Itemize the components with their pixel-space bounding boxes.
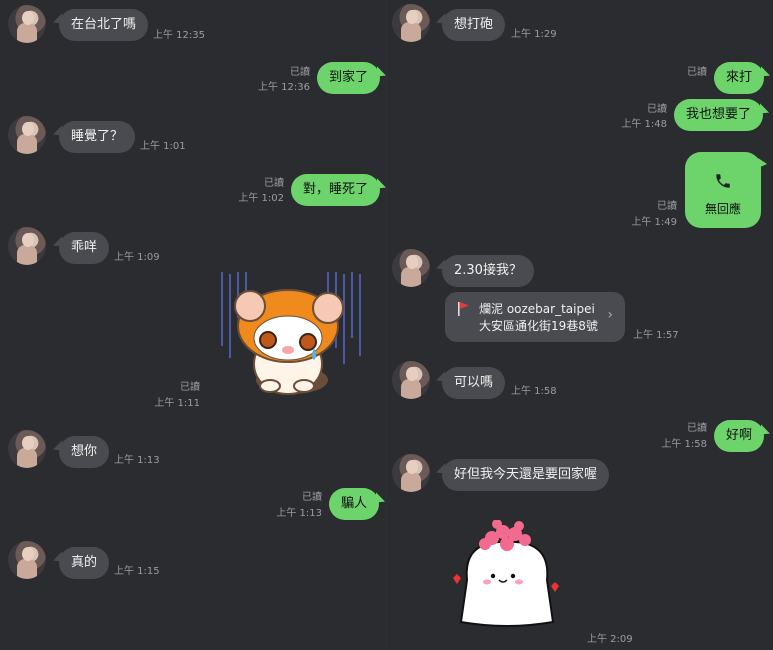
message-time: 上午 12:35 xyxy=(153,30,205,41)
call-status-label: 無回應 xyxy=(704,202,741,216)
message-time: 上午 1:29 xyxy=(511,29,557,40)
avatar[interactable] xyxy=(392,361,430,399)
message-time: 上午 2:09 xyxy=(587,634,633,645)
outgoing-message[interactable]: 騙人 xyxy=(329,488,380,520)
outgoing-message[interactable]: 好啊 xyxy=(714,420,765,452)
avatar[interactable] xyxy=(8,430,46,468)
location-name: 爛泥 oozebar_taipei xyxy=(479,302,595,316)
read-receipt: 已讀 xyxy=(657,201,677,212)
outgoing-message[interactable]: 對，睡死了 xyxy=(291,174,381,206)
message-time: 上午 1:15 xyxy=(114,566,160,577)
read-receipt: 已讀 xyxy=(687,67,707,78)
message-time: 上午 12:36 xyxy=(258,82,310,93)
read-receipt: 已讀 xyxy=(687,423,707,434)
outgoing-message[interactable]: 我也想要了 xyxy=(674,99,764,131)
location-address: 大安區通化街19巷8號 xyxy=(479,319,598,333)
location-card[interactable]: 爛泥 oozebar_taipei 大安區通化街19巷8號 › xyxy=(445,292,625,342)
message-time: 上午 1:48 xyxy=(621,119,667,130)
avatar[interactable] xyxy=(392,454,430,492)
avatar[interactable] xyxy=(8,227,46,265)
incoming-message[interactable]: 好但我今天還是要回家喔 xyxy=(442,459,610,491)
read-receipt: 已讀 xyxy=(647,104,667,115)
message-time: 上午 1:58 xyxy=(661,439,707,450)
incoming-message[interactable]: 真的 xyxy=(59,547,110,579)
read-receipt: 已讀 xyxy=(180,382,200,393)
message-time: 上午 1:01 xyxy=(140,141,186,152)
hamster-sticker[interactable] xyxy=(218,268,366,400)
avatar[interactable] xyxy=(8,5,46,43)
message-time: 上午 1:49 xyxy=(631,217,677,228)
avatar[interactable] xyxy=(8,541,46,579)
message-time: 上午 1:02 xyxy=(238,193,284,204)
read-receipt: 已讀 xyxy=(302,492,322,503)
message-time: 上午 1:09 xyxy=(114,252,160,263)
incoming-message[interactable]: 乖咩 xyxy=(59,232,110,264)
outgoing-message[interactable]: 到家了 xyxy=(317,62,381,94)
avatar[interactable] xyxy=(8,116,46,154)
message-time: 上午 1:13 xyxy=(114,455,160,466)
heart-ghost-sticker[interactable] xyxy=(447,520,567,630)
incoming-message[interactable]: 2.30接我？ xyxy=(442,255,534,287)
incoming-message[interactable]: 睡覺了？ xyxy=(59,121,136,153)
read-receipt: 已讀 xyxy=(264,178,284,189)
message-time: 上午 1:57 xyxy=(633,330,679,341)
avatar[interactable] xyxy=(392,4,430,42)
avatar[interactable] xyxy=(392,249,430,287)
voice-call-card[interactable]: 無回應 xyxy=(685,152,767,228)
read-receipt: 已讀 xyxy=(290,67,310,78)
message-time: 上午 1:13 xyxy=(276,508,322,519)
message-time: 上午 1:58 xyxy=(511,386,557,397)
incoming-message[interactable]: 可以嗎 xyxy=(442,367,506,399)
incoming-message[interactable]: 在台北了嗎 xyxy=(59,9,149,41)
flag-icon xyxy=(458,302,469,316)
chat-column-right: 想打砲 上午 1:29 已讀 來打 已讀 上午 1:48 我也想要了 已讀 上午… xyxy=(387,0,773,650)
incoming-message[interactable]: 想打砲 xyxy=(442,9,506,41)
chevron-right-icon: › xyxy=(607,307,613,323)
incoming-message[interactable]: 想你 xyxy=(59,436,110,468)
message-time: 上午 1:11 xyxy=(154,398,200,409)
phone-icon xyxy=(716,174,730,188)
chat-column-left: 在台北了嗎 上午 12:35 已讀 上午 12:36 到家了 睡覺了？ 上午 1… xyxy=(0,0,386,650)
outgoing-message[interactable]: 來打 xyxy=(714,62,765,94)
